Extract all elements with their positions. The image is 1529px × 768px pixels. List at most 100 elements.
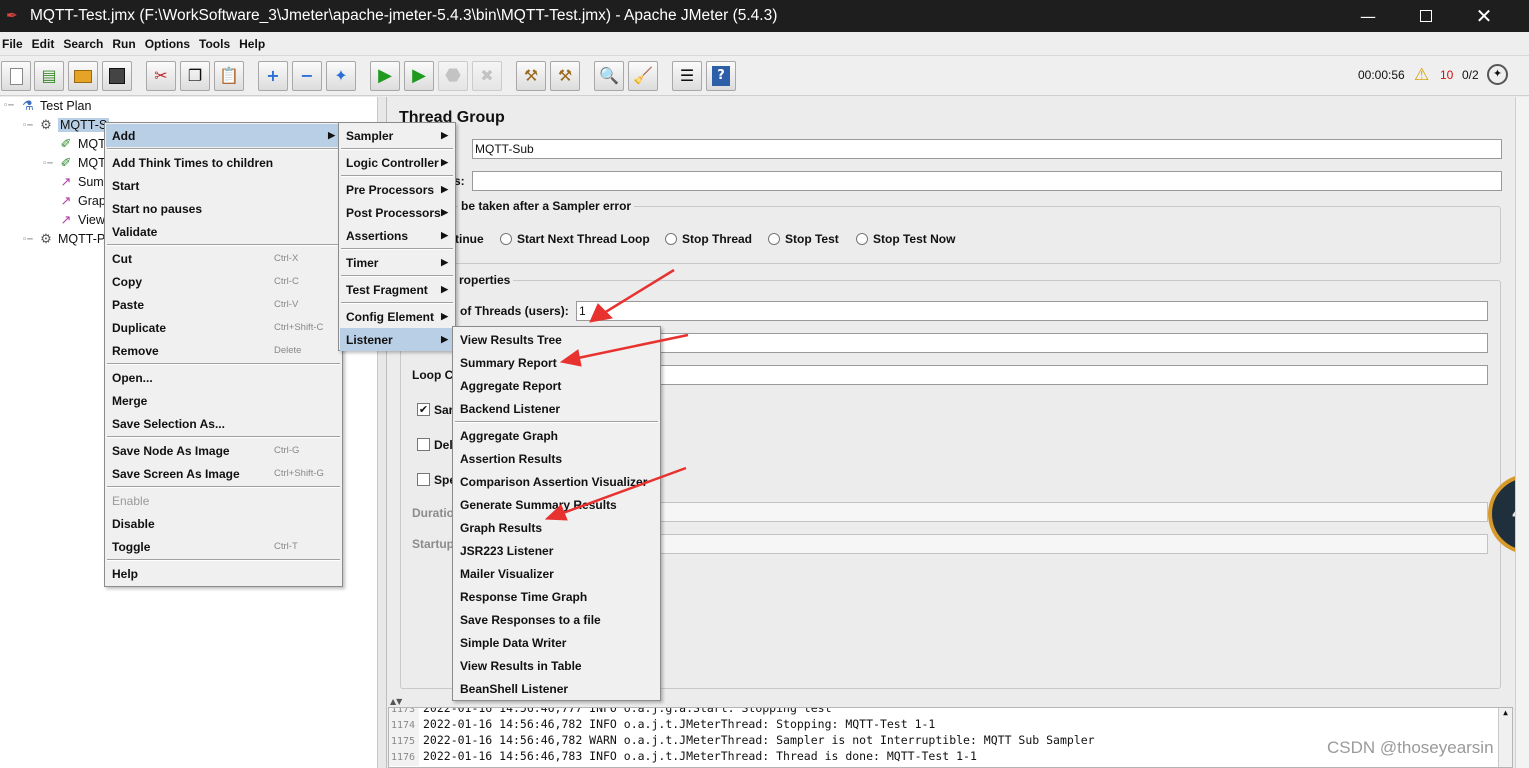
submenu-item-logic-controller[interactable]: Logic Controller ▶: [340, 151, 454, 174]
listener-jsr223-listener[interactable]: JSR223 Listener: [454, 539, 659, 562]
paste-button[interactable]: 📋: [214, 61, 244, 91]
tree-toggle-icon[interactable]: ◦─: [42, 159, 53, 169]
menu-item-toggle[interactable]: Toggle Ctrl-T: [106, 535, 341, 558]
listener-beanshell-listener[interactable]: BeanShell Listener: [454, 677, 659, 700]
maximize-button[interactable]: [1397, 0, 1455, 32]
menu-item-start[interactable]: Start: [106, 174, 341, 197]
function-helper-button[interactable]: ☰: [672, 61, 702, 91]
help-button[interactable]: ?: [706, 61, 736, 91]
startup-delay-field[interactable]: [576, 534, 1488, 554]
listener-generate-summary-results[interactable]: Generate Summary Results: [454, 493, 659, 516]
comments-field[interactable]: [472, 171, 1502, 191]
menu-help[interactable]: Help: [239, 37, 265, 51]
minimize-button[interactable]: —: [1339, 0, 1397, 32]
continue-label[interactable]: tinue: [455, 232, 484, 246]
stop-button[interactable]: ⬣: [438, 61, 468, 91]
tree-node-listener[interactable]: ↗ View: [58, 211, 105, 229]
tree-node-listener[interactable]: ↗ Sum: [58, 173, 104, 191]
tree-toggle-icon[interactable]: ◦─: [22, 235, 33, 245]
submenu-item-timer[interactable]: Timer ▶: [340, 251, 454, 274]
remote-status-icon[interactable]: ✦: [1487, 64, 1508, 85]
radio-stop-test-now[interactable]: Stop Test Now: [856, 232, 955, 246]
tree-node-thread-group[interactable]: ⚙ MQTT-P: [38, 230, 105, 248]
submenu-item-pre-processors[interactable]: Pre Processors ▶: [340, 178, 454, 201]
loop-count-field[interactable]: [576, 365, 1488, 385]
open-button[interactable]: [68, 61, 98, 91]
start-button[interactable]: ▶: [370, 61, 400, 91]
submenu-item-assertions[interactable]: Assertions ▶: [340, 224, 454, 247]
ramp-up-field[interactable]: [576, 333, 1488, 353]
menu-item-cut[interactable]: Cut Ctrl-X: [106, 247, 341, 270]
start-no-pauses-button[interactable]: ▶: [404, 61, 434, 91]
menu-item-duplicate[interactable]: Duplicate Ctrl+Shift-C: [106, 316, 341, 339]
menu-item-disable[interactable]: Disable: [106, 512, 341, 535]
warning-icon[interactable]: ⚠: [1414, 65, 1429, 85]
split-arrows-icon[interactable]: ▲▼: [390, 697, 402, 706]
submenu-item-test-fragment[interactable]: Test Fragment ▶: [340, 278, 454, 301]
tree-node-sampler[interactable]: ✐ MQT: [58, 154, 106, 172]
threads-field[interactable]: 1: [576, 301, 1488, 321]
tree-node-test-plan[interactable]: ⚗ Test Plan: [20, 97, 91, 115]
submenu-item-config-element[interactable]: Config Element ▶: [340, 305, 454, 328]
menu-item-save-selection-as[interactable]: Save Selection As...: [106, 412, 341, 435]
tree-toggle-icon[interactable]: ◦─: [22, 121, 33, 131]
specify-lifetime-checkbox[interactable]: [417, 473, 430, 486]
menu-item-paste[interactable]: Paste Ctrl-V: [106, 293, 341, 316]
clear-all-button[interactable]: ⚒: [550, 61, 580, 91]
new-button[interactable]: [1, 61, 31, 91]
listener-save-responses-to-file[interactable]: Save Responses to a file: [454, 608, 659, 631]
radio-stop-test[interactable]: Stop Test: [768, 232, 839, 246]
menu-item-start-no-pauses[interactable]: Start no pauses: [106, 197, 341, 220]
listener-graph-results[interactable]: Graph Results: [454, 516, 659, 539]
log-scrollbar[interactable]: ▲: [1498, 708, 1512, 767]
submenu-item-sampler[interactable]: Sampler ▶: [340, 124, 454, 147]
listener-comparison-assertion-visualizer[interactable]: Comparison Assertion Visualizer: [454, 470, 659, 493]
listener-backend-listener[interactable]: Backend Listener: [454, 397, 659, 420]
close-button[interactable]: ✕: [1455, 0, 1513, 32]
delay-checkbox[interactable]: [417, 438, 430, 451]
menu-run[interactable]: Run: [112, 37, 135, 51]
listener-response-time-graph[interactable]: Response Time Graph: [454, 585, 659, 608]
templates-button[interactable]: ▤: [34, 61, 64, 91]
save-button[interactable]: [102, 61, 132, 91]
listener-assertion-results[interactable]: Assertion Results: [454, 447, 659, 470]
tree-node-listener[interactable]: ↗ Grap: [58, 192, 106, 210]
menu-item-help[interactable]: Help: [106, 562, 341, 585]
listener-view-results-in-table[interactable]: View Results in Table: [454, 654, 659, 677]
same-user-checkbox[interactable]: ✔: [417, 403, 430, 416]
menu-edit[interactable]: Edit: [32, 37, 55, 51]
menu-item-add-think-times[interactable]: Add Think Times to children: [106, 151, 341, 174]
menu-item-save-node-as-image[interactable]: Save Node As Image Ctrl-G: [106, 439, 341, 462]
menu-search[interactable]: Search: [63, 37, 103, 51]
name-field[interactable]: MQTT-Sub: [472, 139, 1502, 159]
menu-item-remove[interactable]: Remove Delete: [106, 339, 341, 362]
menu-item-add[interactable]: Add ▶: [106, 124, 341, 147]
submenu-item-listener[interactable]: Listener ▶: [340, 328, 454, 351]
duration-field[interactable]: [576, 502, 1488, 522]
shutdown-button[interactable]: ✖: [472, 61, 502, 91]
cut-button[interactable]: ✂: [146, 61, 176, 91]
menu-item-enable[interactable]: Enable: [106, 489, 341, 512]
tree-node-thread-group[interactable]: ⚙ MQTT-S: [38, 116, 110, 134]
menu-item-validate[interactable]: Validate: [106, 220, 341, 243]
toggle-button[interactable]: ✦: [326, 61, 356, 91]
radio-start-next-loop[interactable]: Start Next Thread Loop: [500, 232, 650, 246]
copy-button[interactable]: ❐: [180, 61, 210, 91]
clear-button[interactable]: ⚒: [516, 61, 546, 91]
reset-search-button[interactable]: 🧹: [628, 61, 658, 91]
menu-options[interactable]: Options: [145, 37, 190, 51]
listener-aggregate-graph[interactable]: Aggregate Graph: [454, 424, 659, 447]
listener-view-results-tree[interactable]: View Results Tree: [454, 328, 659, 351]
listener-simple-data-writer[interactable]: Simple Data Writer: [454, 631, 659, 654]
listener-aggregate-report[interactable]: Aggregate Report: [454, 374, 659, 397]
radio-stop-thread[interactable]: Stop Thread: [665, 232, 752, 246]
submenu-item-post-processors[interactable]: Post Processors ▶: [340, 201, 454, 224]
listener-summary-report[interactable]: Summary Report: [454, 351, 659, 374]
tree-toggle-icon[interactable]: ◦─: [3, 101, 14, 111]
tree-node-sampler[interactable]: ✐ MQT: [58, 135, 106, 153]
menu-item-save-screen-as-image[interactable]: Save Screen As Image Ctrl+Shift-G: [106, 462, 341, 485]
search-button[interactable]: 🔍: [594, 61, 624, 91]
collapse-button[interactable]: −: [292, 61, 322, 91]
expand-button[interactable]: +: [258, 61, 288, 91]
menu-item-merge[interactable]: Merge: [106, 389, 341, 412]
